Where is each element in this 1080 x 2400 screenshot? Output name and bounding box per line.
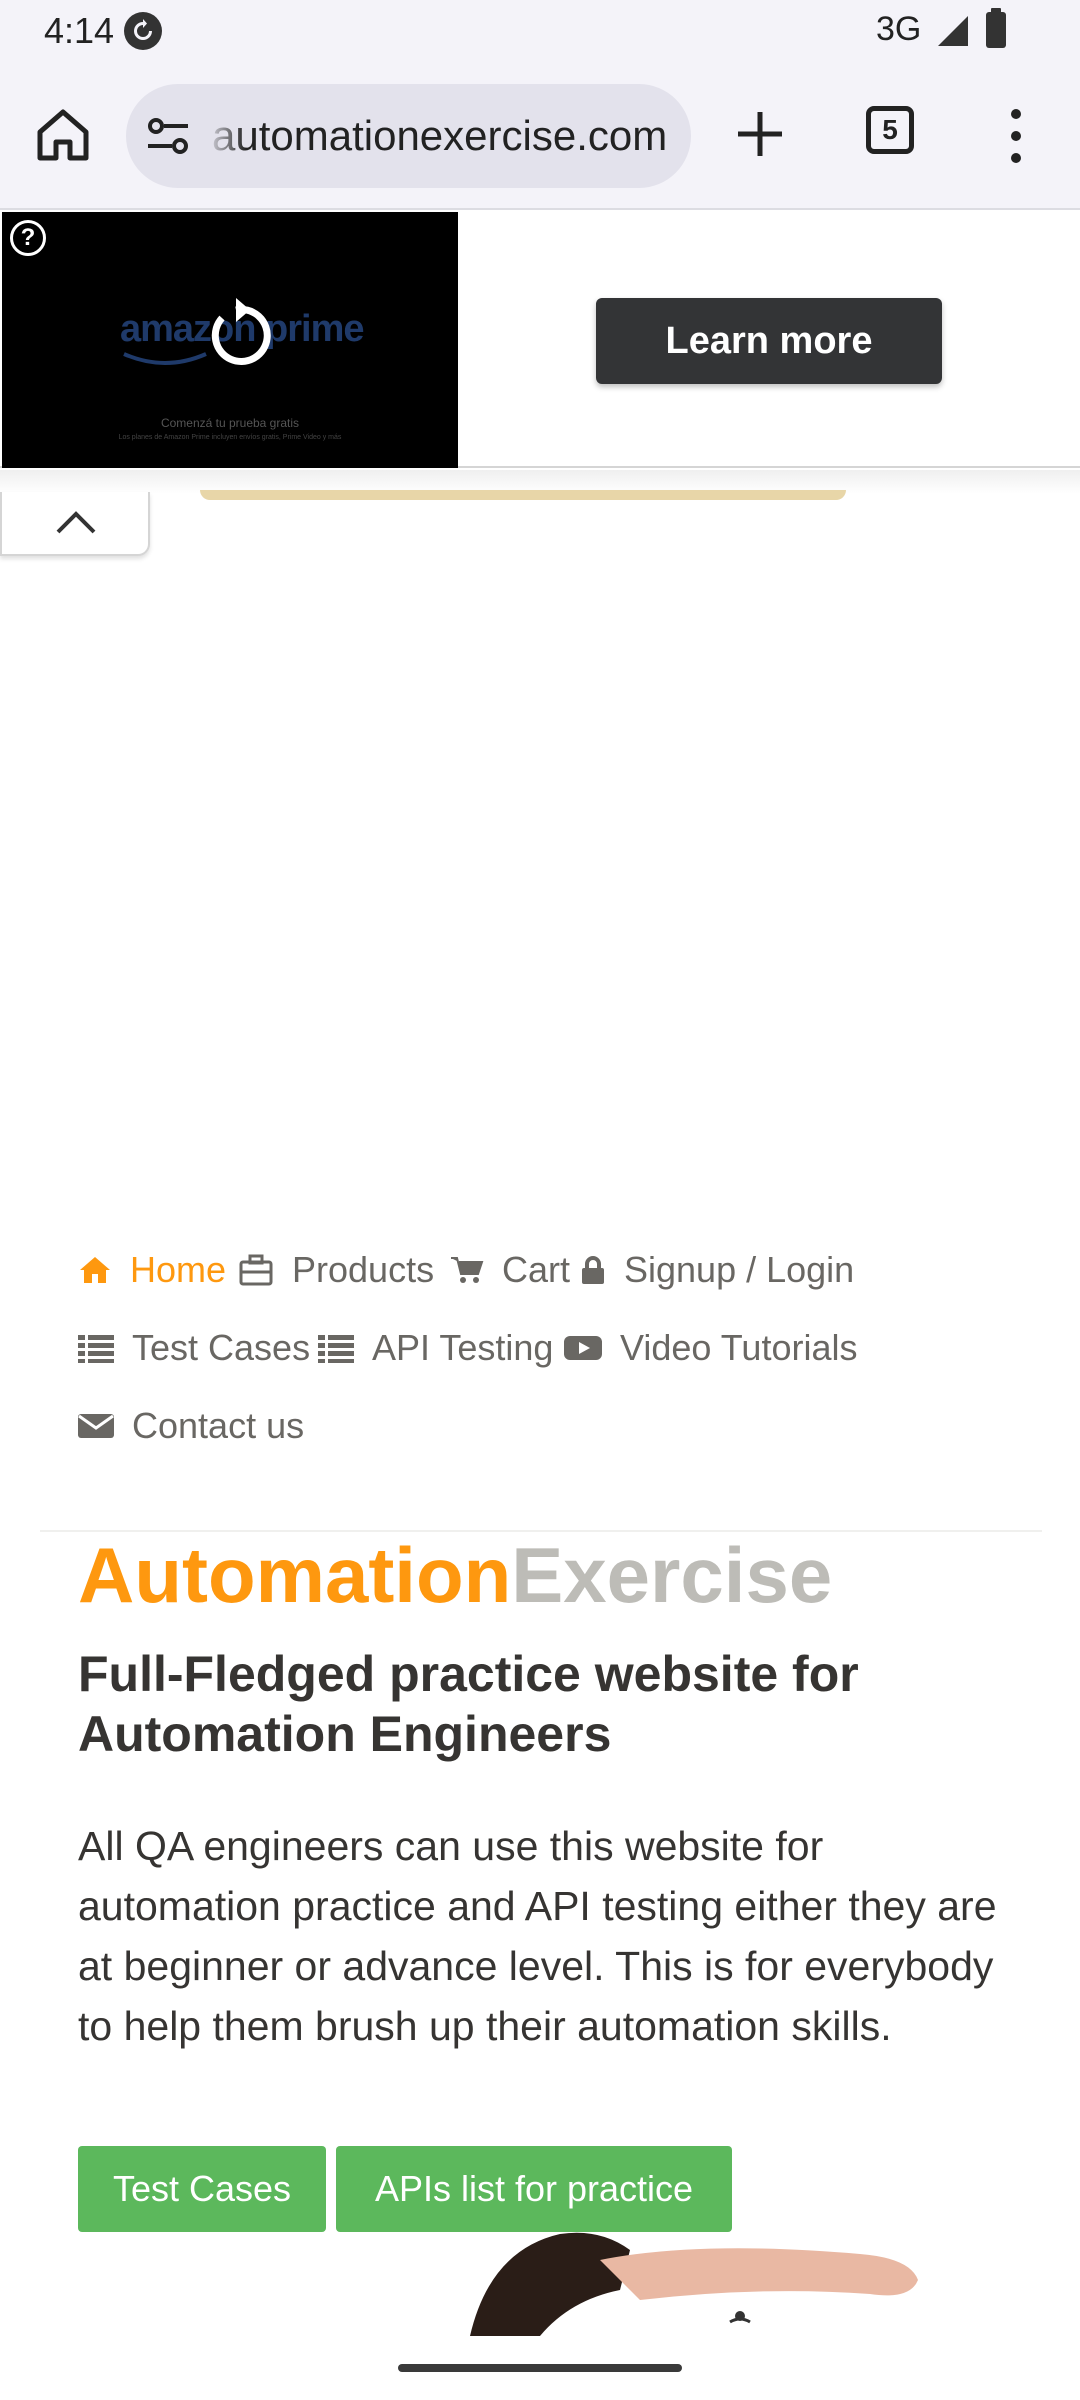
nav-video-tutorials[interactable]: Video Tutorials	[564, 1318, 857, 1378]
site-settings-icon[interactable]	[144, 112, 192, 160]
ad-strip	[200, 490, 846, 500]
list-icon	[78, 1335, 114, 1363]
ad-help-icon[interactable]: ?	[10, 220, 46, 256]
chevron-up-icon	[56, 511, 96, 534]
nav-cart[interactable]: Cart	[450, 1240, 570, 1300]
nav-test-cases[interactable]: Test Cases	[78, 1318, 310, 1378]
sync-icon	[124, 12, 162, 50]
youtube-icon	[564, 1336, 602, 1360]
gesture-handle[interactable]	[398, 2364, 682, 2372]
nav-contact-us[interactable]: Contact us	[78, 1396, 304, 1456]
address-bar[interactable]: automationexercise.com	[126, 84, 691, 188]
nav-signup-login[interactable]: Signup / Login	[580, 1240, 854, 1300]
smile-logo-icon	[123, 352, 207, 365]
ad-fine-print: Comenzá tu prueba gratis	[160, 416, 300, 430]
home-icon[interactable]	[30, 102, 96, 168]
lock-icon	[582, 1256, 604, 1284]
nav-home[interactable]: Home	[78, 1240, 226, 1300]
more-menu-icon[interactable]	[996, 106, 1036, 166]
nav-test-cases-label: Test Cases	[132, 1327, 311, 1368]
network-type: 3G	[876, 10, 922, 48]
hero-title: Full-Fledged practice website for Automa…	[78, 1646, 859, 1762]
nav-api-testing[interactable]: API Testing	[318, 1318, 553, 1378]
cart-icon	[451, 1257, 484, 1283]
ad-fine-print-small: Los planes de Amazon Prime incluyen enví…	[118, 434, 342, 441]
url-fade	[206, 84, 246, 188]
nav-video-tutorials-label: Video Tutorials	[620, 1327, 858, 1368]
nav-products-label: Products	[292, 1249, 435, 1290]
briefcase-icon	[239, 1254, 273, 1286]
learn-more-button[interactable]: Learn more	[596, 298, 942, 384]
home-icon	[80, 1257, 110, 1283]
test-cases-button[interactable]: Test Cases	[78, 2146, 326, 2232]
nav-api-testing-label: API Testing	[372, 1327, 554, 1368]
hero-image	[440, 2230, 980, 2336]
envelope-icon	[78, 1414, 114, 1438]
nav-cart-label: Cart	[502, 1249, 571, 1290]
new-tab-icon[interactable]	[728, 102, 792, 166]
replay-icon[interactable]	[198, 298, 274, 374]
nav-signup-login-label: Signup / Login	[624, 1249, 855, 1290]
battery-icon	[986, 8, 1006, 48]
ad-collapse-button[interactable]	[0, 492, 150, 556]
list-icon	[318, 1335, 354, 1363]
brand-logo: AutomationExercise	[78, 1530, 832, 1621]
browser-toolbar: automationexercise.com 5	[0, 62, 1080, 210]
ad-banner[interactable]: ? amazon prime Comenzá tu prueba gratis …	[0, 212, 1080, 468]
nav-contact-us-label: Contact us	[132, 1405, 305, 1446]
nav-products[interactable]: Products	[238, 1240, 434, 1300]
status-bar: 4:14 3G	[0, 0, 1080, 62]
nav-home-label: Home	[130, 1249, 227, 1290]
brand-second: Exercise	[511, 1531, 833, 1619]
ad-video[interactable]: ? amazon prime Comenzá tu prueba gratis …	[2, 212, 458, 468]
tab-switcher-icon[interactable]: 5	[866, 106, 914, 154]
brand-first: Automation	[78, 1531, 512, 1619]
url-text: automationexercise.com	[212, 112, 668, 159]
signal-icon	[936, 14, 970, 53]
hero-description: All QA engineers can use this website fo…	[78, 1823, 997, 2049]
status-time: 4:14	[44, 10, 115, 51]
apis-list-button[interactable]: APIs list for practice	[336, 2146, 732, 2232]
